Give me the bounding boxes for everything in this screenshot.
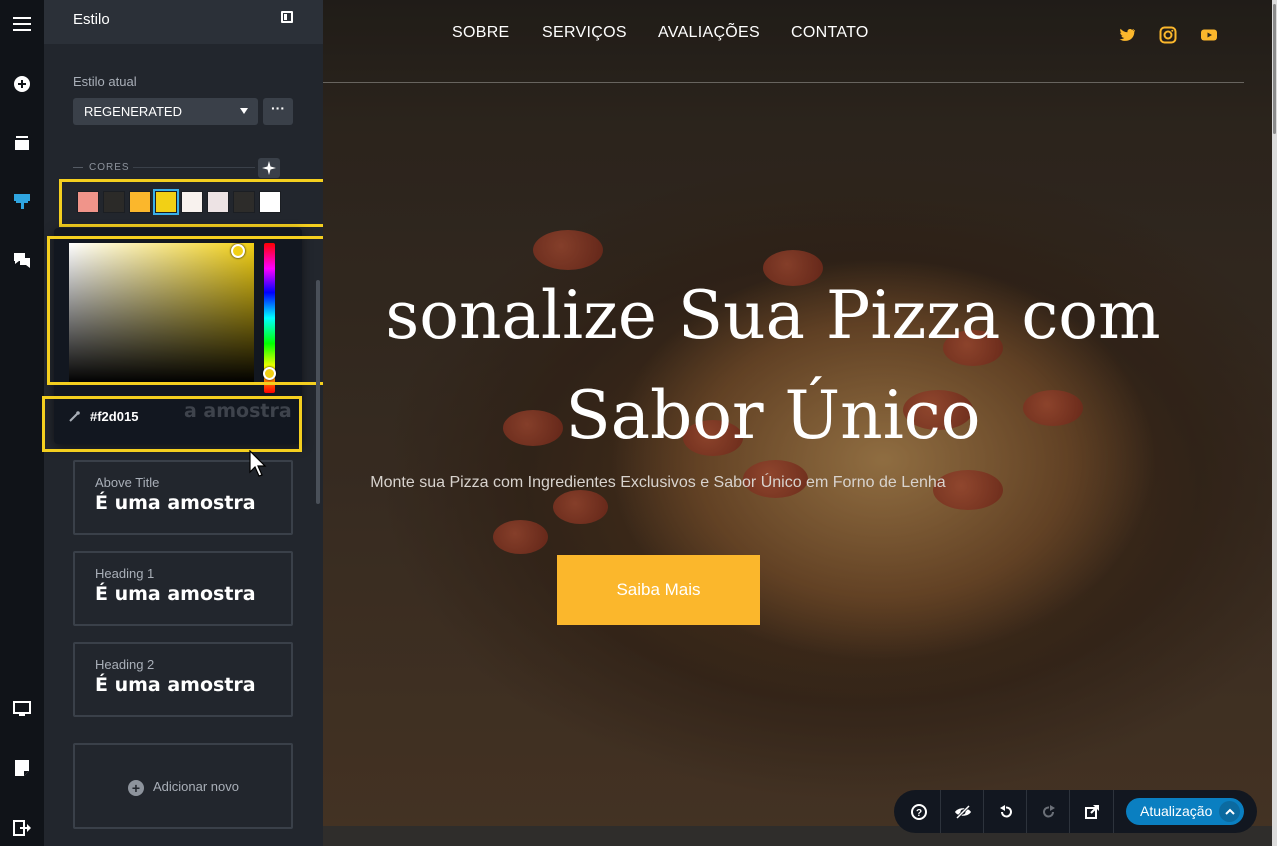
exit-editor-icon[interactable] (0, 806, 44, 846)
add-new-button[interactable]: + Adicionar novo (73, 743, 293, 829)
style-more-button[interactable]: ··· (263, 98, 293, 125)
style-panel: Estilo Estilo atual REGENERATED ··· CORE… (42, 0, 373, 846)
colors-section-label: CORES (89, 162, 130, 173)
typography-label: Heading 2 (95, 657, 155, 672)
typography-heading-2[interactable]: Heading 2 É uma amostra (73, 642, 293, 717)
typography-sample: É uma amostra (95, 674, 256, 696)
desktop-view-icon[interactable] (0, 687, 44, 731)
hide-eye-icon[interactable] (941, 790, 984, 833)
divider (133, 167, 255, 168)
saiba-mais-button[interactable]: Saiba Mais (557, 555, 760, 625)
hex-highlight (42, 396, 302, 452)
hero-title-line1: sonalize Sua Pizza com (385, 277, 1161, 354)
divider (73, 167, 83, 168)
color-swatch[interactable] (77, 191, 99, 213)
typography-sample: É uma amostra (95, 583, 256, 605)
color-swatch[interactable] (129, 191, 151, 213)
site-canvas: SOBRE SERVIÇOS AVALIAÇÕES CONTATO sonali… (323, 0, 1277, 846)
typography-heading-1[interactable]: Heading 1 É uma amostra (73, 551, 293, 626)
update-label: Atualização (1140, 803, 1213, 819)
page-settings-icon[interactable] (0, 746, 44, 790)
color-swatch[interactable] (207, 191, 229, 213)
preview-external-icon[interactable] (1070, 790, 1113, 833)
add-circle-icon: + (128, 780, 144, 796)
svg-text:?: ? (915, 808, 921, 819)
picker-highlight (47, 236, 343, 385)
current-style-select[interactable]: REGENERATED (73, 98, 258, 125)
color-swatch[interactable] (233, 191, 255, 213)
undo-icon[interactable] (984, 790, 1027, 833)
nav-contato[interactable]: CONTATO (791, 24, 869, 42)
current-style-value: REGENERATED (84, 104, 182, 119)
hex-input[interactable]: #f2d015 (90, 409, 138, 424)
chevron-up-icon[interactable] (1219, 801, 1240, 822)
menu-icon[interactable] (0, 2, 44, 46)
color-swatch[interactable] (181, 191, 203, 213)
twitter-icon[interactable] (1118, 26, 1136, 44)
nav-sobre[interactable]: SOBRE (452, 24, 510, 42)
color-swatch[interactable] (153, 189, 179, 215)
panel-header: Estilo (44, 0, 323, 44)
style-brush-icon[interactable] (0, 179, 44, 223)
color-swatch[interactable] (259, 191, 281, 213)
header-divider (323, 82, 1244, 83)
panel-scrollbar[interactable] (316, 280, 320, 504)
color-swatch[interactable] (103, 191, 125, 213)
comments-icon[interactable] (0, 238, 44, 282)
nav-avaliacoes[interactable]: AVALIAÇÕES (658, 24, 760, 42)
add-element-icon[interactable] (0, 62, 44, 106)
panel-title: Estilo (73, 11, 110, 28)
page-scrollbar-thumb[interactable] (1273, 4, 1276, 134)
redo-icon[interactable] (1027, 790, 1070, 833)
current-style-label: Estilo atual (73, 74, 137, 89)
panel-collapse-icon[interactable] (281, 11, 293, 23)
editor-toolbar: ? Atualização (894, 790, 1257, 833)
typography-label: Heading 1 (95, 566, 155, 581)
instagram-icon[interactable] (1159, 26, 1177, 44)
nav-servicos[interactable]: SERVIÇOS (542, 24, 627, 42)
youtube-icon[interactable] (1200, 26, 1218, 44)
typography-label: Above Title (95, 475, 160, 490)
mouse-cursor-icon (249, 449, 267, 483)
icon-rail (0, 0, 44, 846)
update-button[interactable]: Atualização (1126, 798, 1244, 825)
magic-wand-icon[interactable] (258, 158, 280, 178)
hero-title-line2: Sabor Único (565, 377, 981, 454)
caret-down-icon (240, 108, 248, 114)
hero-subtitle[interactable]: Monte sua Pizza com Ingredientes Exclusi… (323, 474, 993, 492)
pages-icon[interactable] (0, 121, 44, 165)
typography-sample: É uma amostra (95, 492, 256, 514)
add-new-label: Adicionar novo (153, 779, 239, 794)
eyedropper-icon[interactable] (68, 410, 80, 428)
help-icon[interactable]: ? (897, 790, 940, 833)
